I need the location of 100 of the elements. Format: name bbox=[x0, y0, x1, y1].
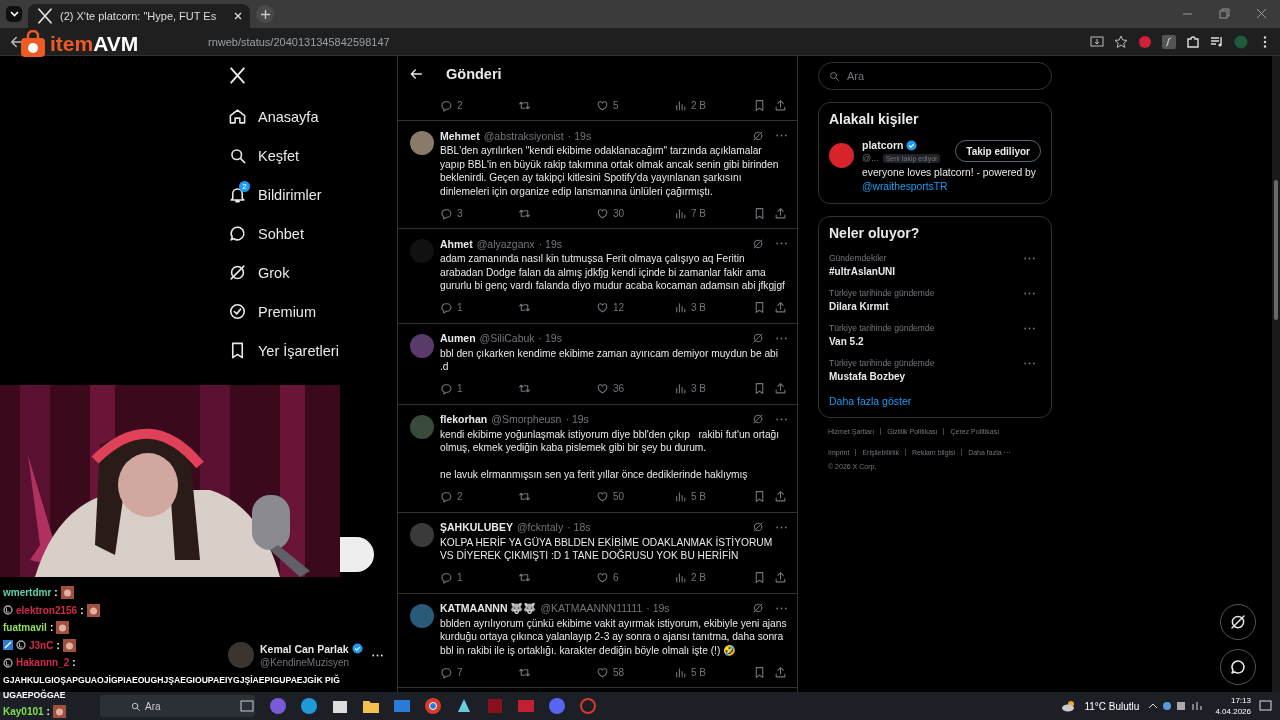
nav-item[interactable]: Bildirimler 2 bbox=[220, 175, 397, 214]
author-name[interactable]: ŞAHKULUBEY bbox=[440, 521, 513, 533]
post-time: · 19s bbox=[565, 413, 589, 425]
scrollbar[interactable] bbox=[1272, 56, 1280, 692]
chat-username: J3nC bbox=[29, 639, 54, 651]
avatar[interactable] bbox=[829, 143, 854, 168]
back-arrow-icon bbox=[408, 66, 424, 82]
address-bar[interactable]: rnweb/status/2040131345842598147 bbox=[208, 35, 390, 48]
reply-text: adam zamanında nasıl kin tutmuşsa Ferit olmaya çalışıyo aq Feritin arabadan Dodge falan da almış jdkfjg kendi içinde bi zamanlar fakir ama gururlu bi genç vardı falanda diyo mudur acaba kocaman adamsın abi jfkgjgf bbox=[440, 252, 786, 293]
post-time: · 19s bbox=[646, 602, 670, 614]
share-icon bbox=[774, 206, 787, 220]
messages-button[interactable] bbox=[1220, 649, 1256, 685]
bookmark-icon bbox=[753, 571, 766, 584]
avatar[interactable] bbox=[410, 603, 434, 628]
slashed-circle-icon bbox=[752, 129, 764, 142]
like-count: 36 bbox=[613, 383, 625, 394]
repost-icon bbox=[518, 571, 531, 584]
trend-context: Türkiye tarihinde gündemde bbox=[829, 323, 935, 333]
like-count: 50 bbox=[613, 491, 625, 502]
share-icon bbox=[774, 382, 787, 395]
reply-icon bbox=[440, 301, 453, 314]
author-name[interactable]: Ahmet bbox=[440, 237, 473, 250]
trend-name[interactable]: Van 5.2 bbox=[829, 336, 935, 347]
reply-count: 2 bbox=[457, 99, 463, 111]
author-name[interactable]: KATMAANNN 🐺🐺 bbox=[440, 601, 537, 615]
chat-colon: : bbox=[80, 604, 84, 616]
slashed-circle-icon bbox=[228, 263, 247, 282]
extension-icon[interactable] bbox=[1162, 34, 1176, 49]
notification-icon[interactable] bbox=[1259, 700, 1272, 712]
trend-name[interactable]: Mustafa Bozbey bbox=[829, 371, 935, 382]
reply-count: 3 bbox=[457, 207, 463, 219]
author-name[interactable]: Aumen bbox=[440, 332, 476, 344]
show-more-link[interactable]: Daha fazla göster bbox=[829, 395, 1041, 407]
search-icon bbox=[828, 70, 840, 82]
heart-icon bbox=[596, 571, 609, 584]
bell-icon bbox=[228, 185, 247, 204]
nav-item[interactable]: Sohbet bbox=[220, 214, 397, 253]
trend-context: Türkiye tarihinde gündemde bbox=[829, 358, 935, 368]
bookmark-icon bbox=[753, 665, 766, 679]
chat-colon: : bbox=[49, 622, 54, 634]
grok-button[interactable] bbox=[1220, 604, 1256, 640]
nav-item[interactable]: Premium bbox=[220, 292, 397, 331]
card-title: Neler oluyor? bbox=[829, 225, 921, 241]
view-count: 7 B bbox=[691, 207, 706, 219]
chat-username: wmertdmr bbox=[3, 587, 52, 599]
clock-date[interactable]: 4.04.2026 bbox=[1215, 706, 1251, 717]
author-name[interactable]: flekorhan bbox=[440, 413, 488, 425]
repost-icon bbox=[518, 490, 531, 503]
playlist-icon[interactable] bbox=[1210, 34, 1224, 49]
heart-icon bbox=[596, 98, 609, 112]
reply-text: kendi ekibime yoğunlaşmak istiyorum diye bbl'den çıkıp rakibi fut'un ortağı olmuş, ekmek yediğin kaba pislemek gibi bir şey bu durum. ne lavuk elrmanmışsın sen ya ferit yıllar önce dediklerinde haklıymış bbox=[440, 427, 781, 482]
reply-count: 7 bbox=[457, 666, 463, 678]
like-count: 12 bbox=[613, 302, 625, 313]
tab-menu-button[interactable] bbox=[6, 6, 22, 22]
chat-colon: : bbox=[72, 657, 76, 669]
nav-item[interactable]: Anasayfa bbox=[220, 97, 397, 136]
weather-text[interactable]: 11°C Bulutlu bbox=[1084, 700, 1140, 712]
page-title: Gönderi bbox=[446, 66, 502, 82]
account-handle: @KendineMuzisyen bbox=[260, 656, 351, 668]
new-tab-button[interactable] bbox=[256, 5, 274, 23]
search-icon bbox=[228, 146, 247, 165]
reply-text: bblden ayrılıyorum çünkü ekibime vakit ayırmak istiyorum, ekibiyle yeni ajans kurduğu ortaya çıkınca yalanlayıp 2-3 ay sonra o ajansı tanıtma, daha sonra bbl in rakibi ile iş ortaklığı. karakter dediğin böyle olmalı işte (!) 🤣 bbox=[440, 616, 787, 657]
view-count: 3 B bbox=[691, 302, 706, 313]
plus-icon bbox=[260, 9, 270, 19]
install-icon[interactable] bbox=[1090, 34, 1104, 49]
mention-link[interactable]: @wraithesportsTR bbox=[862, 180, 948, 192]
nav-item[interactable]: Grok bbox=[220, 253, 397, 292]
share-icon bbox=[774, 571, 787, 584]
star-icon[interactable] bbox=[1114, 34, 1128, 49]
person-name[interactable]: platcorn bbox=[862, 139, 904, 151]
repost-icon bbox=[518, 382, 531, 395]
nav-item[interactable]: Yer İşaretleri bbox=[220, 331, 397, 370]
account-name: Kemal Can Parlak bbox=[260, 642, 349, 655]
nav-item[interactable]: Keşfet bbox=[220, 136, 397, 175]
search-icon bbox=[130, 700, 141, 712]
search-field[interactable]: Ara bbox=[818, 62, 1052, 90]
share-icon bbox=[774, 98, 787, 112]
chrome-icon[interactable] bbox=[423, 696, 443, 716]
trend-context: Türkiye tarihinde gündemde bbox=[829, 288, 935, 298]
like-count: 6 bbox=[613, 572, 619, 583]
app-icon[interactable] bbox=[578, 696, 598, 716]
trend-name[interactable]: Dilara Kırmıt bbox=[829, 301, 935, 312]
taskbar-search[interactable]: Ara bbox=[100, 695, 255, 717]
avatar[interactable] bbox=[410, 131, 434, 155]
reply-icon bbox=[440, 665, 453, 679]
trend-name[interactable]: #ultrAslanUNI bbox=[829, 266, 896, 277]
share-icon bbox=[774, 301, 787, 314]
puzzle-icon[interactable] bbox=[1186, 34, 1200, 49]
clock-time[interactable]: 17:13 bbox=[1230, 695, 1251, 706]
slashed-circle-icon bbox=[752, 237, 764, 250]
compose-button[interactable] bbox=[340, 537, 374, 572]
chat-username: Hakannn_2 bbox=[16, 657, 70, 669]
more-icon[interactable] bbox=[372, 653, 383, 657]
chat-username: elektron2156 bbox=[16, 604, 78, 616]
author-name[interactable]: Mehmet bbox=[440, 129, 480, 142]
chat-colon: : bbox=[54, 587, 58, 599]
chat-colon: : bbox=[46, 705, 50, 717]
close-icon[interactable] bbox=[234, 12, 242, 20]
reply-text: KOLPA HERİF YA GÜYA BBLDEN EKİBİME ODAKLANMAK İSTİYORUM VS DİYEREK ÇIKMIŞTI :D 1 TANE DOĞRUSU YOK BU HERİFİN bbox=[440, 535, 774, 563]
browser-tab[interactable]: (2) X'te platcorn: "Hype, FUT Es bbox=[28, 4, 250, 28]
